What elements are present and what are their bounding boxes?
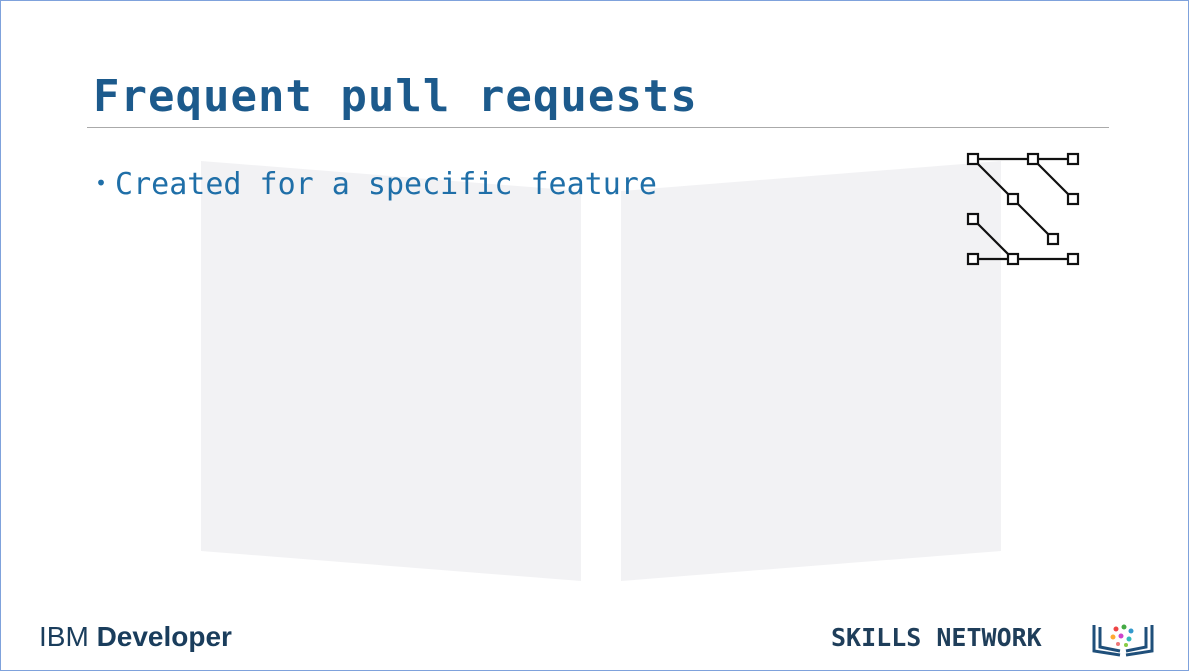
bullet-item: • Created for a specific feature [95, 167, 657, 202]
title-divider [87, 127, 1109, 128]
developer-text: Developer [96, 621, 232, 652]
ibm-text: IBM [39, 621, 89, 652]
bullet-text: Created for a specific feature [115, 167, 657, 202]
slide-title: Frequent pull requests [93, 71, 698, 122]
branch-graph-icon [966, 152, 1080, 266]
slide: Frequent pull requests • Created for a sp… [0, 0, 1189, 671]
ibm-developer-logo: IBM Developer [39, 621, 232, 653]
skills-network-text: SKILLS NETWORK [831, 623, 1042, 652]
skills-network-book-icon [1092, 624, 1154, 657]
bullet-dot: • [95, 171, 108, 195]
